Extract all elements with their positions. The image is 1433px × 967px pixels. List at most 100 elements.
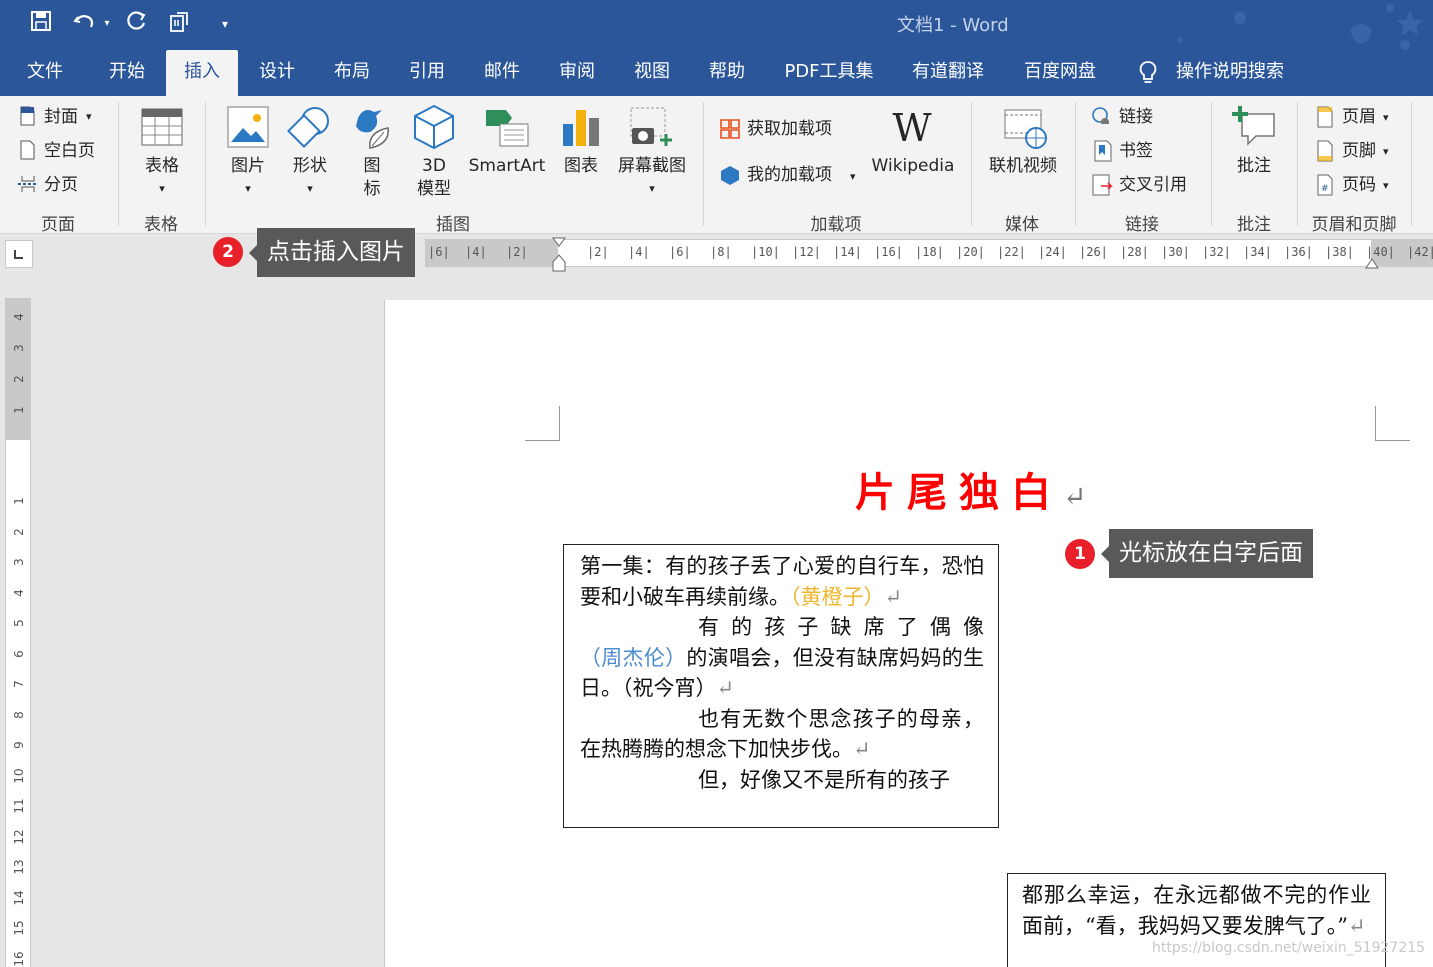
step-badge-2: 2 [213, 237, 243, 267]
undo-icon[interactable] [72, 10, 98, 38]
undo-dropdown-icon[interactable]: ▾ [100, 10, 114, 38]
picture-label: 图片 [231, 156, 265, 176]
page-number-label: 页码 [1342, 175, 1376, 195]
tab-home[interactable]: 开始 [94, 50, 160, 96]
link-icon [1092, 107, 1109, 124]
page-number-icon: # [1317, 174, 1333, 196]
blank-page-label: 空白页 [44, 141, 95, 161]
cross-reference-label: 交叉引用 [1119, 175, 1187, 195]
footer-label: 页脚 [1342, 141, 1376, 161]
group-separator [971, 102, 972, 226]
wikipedia-label: Wikipedia [871, 156, 955, 176]
ruler-tick-label: 2 [12, 527, 26, 536]
touch-mode-icon[interactable] [166, 10, 194, 38]
header-icon [1317, 106, 1333, 128]
chevron-down-icon: ▾ [159, 182, 165, 195]
ruler-tick-label: |20| [956, 245, 985, 259]
chevron-down-icon: ▾ [1383, 179, 1389, 192]
3d-label-line2: 模型 [417, 179, 451, 199]
document-heading[interactable]: 片尾独白↵ [855, 460, 1086, 518]
ruler-tick-label: 5 [12, 619, 26, 627]
insert-ribbon: 封面 ▾ 空白页 分页 页面 表格 ▾ 表格 图片 ▾ 形状 ▾ 图 标 3D … [0, 96, 1433, 235]
tab-design[interactable]: 设计 [245, 50, 309, 96]
ruler-tick-label: 3 [12, 558, 26, 566]
save-icon[interactable] [28, 10, 54, 38]
page-break-icon [18, 176, 38, 192]
group-label-links: 链接 [1125, 215, 1159, 235]
ruler-tick-label: |4| [628, 245, 650, 259]
lightbulb-icon [1138, 60, 1158, 90]
ruler-tick-label: |18| [915, 245, 944, 259]
smartart-label: SmartArt [468, 156, 546, 176]
online-video-label: 联机视频 [989, 156, 1057, 176]
group-label-media: 媒体 [1005, 215, 1039, 235]
tab-youdao[interactable]: 有道翻译 [900, 50, 996, 96]
tell-me-search[interactable]: 操作说明搜索 [1172, 50, 1288, 96]
group-separator [1411, 102, 1412, 226]
right-indent-marker-icon[interactable] [1365, 256, 1379, 270]
tab-layout[interactable]: 布局 [320, 50, 384, 96]
tooltip-callout-2: 点击插入图片 [249, 228, 415, 277]
ruler-tick-label: |38| [1325, 245, 1354, 259]
ruler-tick-label: 11 [12, 798, 26, 814]
smartart-icon [486, 110, 529, 147]
chevron-down-icon: ▾ [850, 170, 856, 183]
shapes-icon [287, 107, 329, 148]
screenshot-label: 屏幕截图 [618, 156, 686, 176]
tab-review[interactable]: 审阅 [545, 50, 609, 96]
bookmark-label: 书签 [1119, 141, 1153, 161]
vertical-ruler[interactable]: 4 3 2 1 1 2 3 4 5 6 7 8 9 10 11 12 13 14 15 16 [5, 298, 31, 967]
ruler-tick-label: 4 [12, 588, 26, 597]
ruler-tick-label: |36| [1284, 245, 1313, 259]
ruler-tick-label: |14| [833, 245, 862, 259]
tab-baidu[interactable]: 百度网盘 [1012, 50, 1108, 96]
indent-marker-icon[interactable] [552, 237, 566, 273]
tab-mailings[interactable]: 邮件 [470, 50, 534, 96]
tab-help[interactable]: 帮助 [695, 50, 759, 96]
my-addins-icon [721, 166, 739, 185]
horizontal-ruler[interactable]: |6| |4| |2| |2| |4| |6| |8| |10| |12| |14| |16| |18… [425, 237, 1433, 272]
text-box-1[interactable]: 第一集：有的孩子丢了心爱的自行车，恐怕要和小破车再续前缘。（黄橙子）↵ 有的孩子… [563, 544, 999, 828]
shapes-label: 形状 [293, 156, 327, 176]
paragraph-mark-icon: ↵ [1063, 480, 1087, 513]
customize-qat-icon[interactable]: ▾ [216, 10, 234, 38]
tab-view[interactable]: 视图 [620, 50, 684, 96]
tab-selector[interactable] [5, 240, 33, 268]
step-badge-1: 1 [1065, 539, 1095, 569]
tab-insert[interactable]: 插入 [166, 50, 238, 96]
icons-label-line2: 标 [363, 179, 381, 199]
ruler-tick-label: 13 [12, 859, 26, 875]
crop-mark [525, 406, 560, 441]
group-separator [205, 102, 206, 226]
bookmark-icon [1094, 140, 1112, 162]
ruler-tick-label: 10 [12, 767, 26, 784]
ribbon-tab-bar: 文件 开始 插入 设计 布局 引用 邮件 审阅 视图 帮助 PDF工具集 有道翻… [0, 50, 1433, 96]
ruler-tick-label: |12| [792, 245, 821, 259]
ruler-tick-label: |4| [465, 245, 487, 259]
chevron-down-icon: ▾ [245, 182, 251, 195]
blank-page-icon [20, 140, 35, 160]
ruler-tick-label: |24| [1038, 245, 1067, 259]
text-box-paragraph: 第一集：有的孩子丢了心爱的自行车，恐怕要和小破车再续前缘。（黄橙子）↵ [580, 554, 984, 609]
chevron-down-icon: ▾ [1383, 111, 1389, 124]
cover-page-icon [20, 106, 35, 126]
redo-icon[interactable] [124, 10, 150, 38]
ruler-tick-label: |42| [1407, 245, 1433, 259]
chart-label: 图表 [564, 156, 598, 176]
ruler-tick-label: 1 [12, 497, 26, 505]
ruler-tick-label: |2| [587, 245, 609, 259]
ruler-tick-label: |22| [997, 245, 1026, 259]
3d-label-line1: 3D [422, 156, 446, 176]
comment-icon [1232, 106, 1275, 146]
tab-references[interactable]: 引用 [395, 50, 459, 96]
table-icon [141, 108, 183, 146]
ruler-tick-label: |30| [1161, 245, 1190, 259]
ruler-tick-label: |6| [428, 245, 450, 259]
watermark: https://blog.csdn.net/weixin_51927215 [1152, 940, 1426, 956]
comment-label: 批注 [1237, 156, 1271, 176]
picture-icon [227, 106, 269, 148]
bird-leaf-icon [356, 110, 389, 149]
tab-pdf-tools[interactable]: PDF工具集 [774, 50, 884, 96]
group-label-addins: 加载项 [810, 215, 862, 235]
tab-file[interactable]: 文件 [12, 50, 78, 96]
